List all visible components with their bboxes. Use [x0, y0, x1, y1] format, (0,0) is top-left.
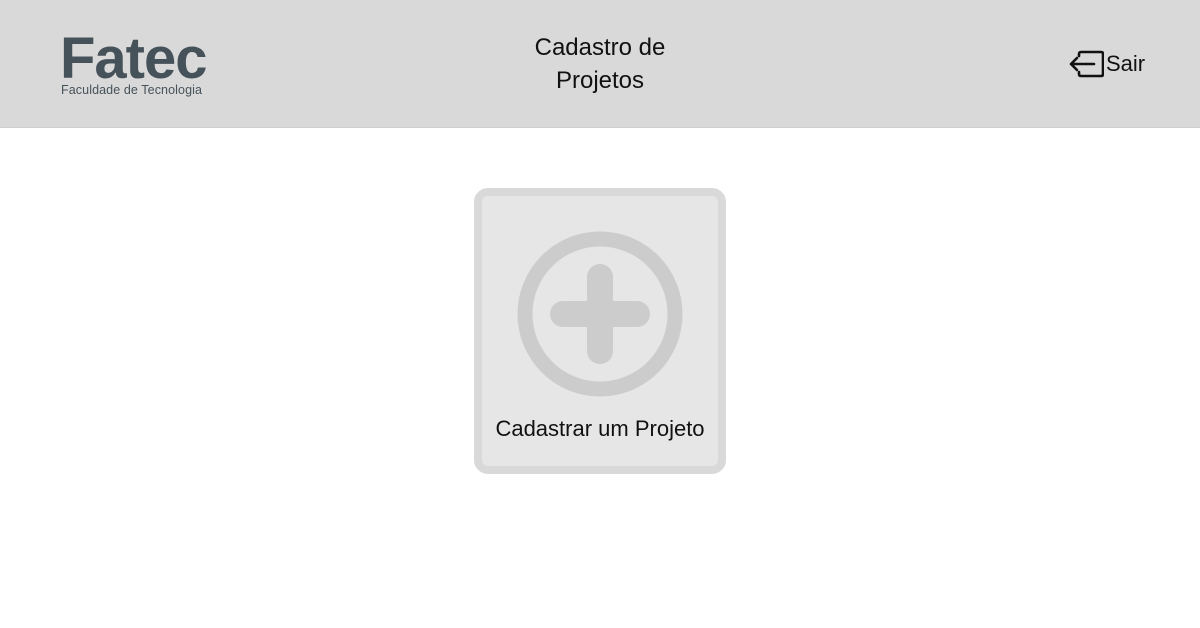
top-header: Fatec Faculdade de Tecnologia Cadastro d… [0, 0, 1200, 128]
fatec-logo: Fatec Faculdade de Tecnologia [60, 26, 220, 102]
page-title: Cadastro de Projetos [534, 34, 666, 94]
main-content: Cadastrar um Projeto [0, 128, 1200, 628]
create-project-card[interactable]: Cadastrar um Projeto [474, 188, 726, 474]
logo-subtitle: Faculdade de Tecnologia [61, 83, 203, 97]
logo-word: Fatec [60, 26, 208, 91]
logout-button[interactable]: Sair [1068, 48, 1145, 80]
plus-circle-icon [516, 230, 684, 398]
logout-icon [1068, 50, 1106, 78]
create-project-label: Cadastrar um Projeto [495, 416, 705, 441]
logout-label: Sair [1106, 51, 1146, 76]
